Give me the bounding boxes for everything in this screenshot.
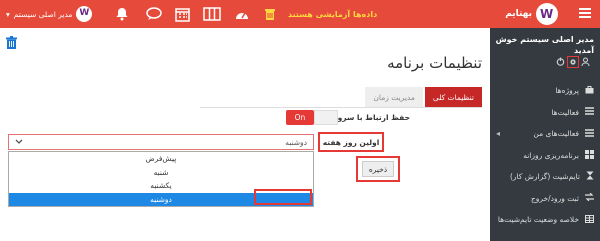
sidebar-item-label: خلاصه وضعیت تایم‌شیت‌ها <box>497 215 579 225</box>
logo: W <box>536 3 558 25</box>
sidebar-item-label: فعالیت‌ها <box>551 107 579 117</box>
arrows-icon <box>585 192 594 203</box>
sidebar-item-check-in-out[interactable]: ثبت ورود/خروج <box>490 188 600 210</box>
sidebar-item-projects[interactable]: پروژه‌ها <box>490 80 600 102</box>
table-icon <box>585 214 594 225</box>
tab-time-management[interactable]: مدیریت زمان <box>365 87 423 107</box>
sidebar-item-activities[interactable]: فعالیت‌ها <box>490 102 600 124</box>
list-icon <box>585 129 594 139</box>
sidebar-item-timesheet-summary[interactable]: خلاصه وضعیت تایم‌شیت‌ها <box>490 209 600 231</box>
delete-icon[interactable] <box>6 36 17 51</box>
menu-icon[interactable] <box>578 6 592 22</box>
sidebar: مدیر اصلی سیستم خوش آمدید پروژه‌ها فعالی… <box>490 28 600 241</box>
sidebar-item-label: فعالیت‌های من <box>533 129 579 139</box>
user-name: مدیر اصلی سیستم <box>13 9 73 19</box>
save-button[interactable]: ذخیره <box>362 161 394 177</box>
caret-left-icon: ◂ <box>496 129 501 138</box>
dashboard-icon[interactable] <box>232 4 252 24</box>
calendar-icon[interactable] <box>172 4 192 24</box>
save-button-highlight: ذخیره <box>356 156 400 182</box>
keep-connection-toggle[interactable]: On <box>286 110 314 125</box>
sidebar-greeting: مدیر اصلی سیستم خوش آمدید <box>495 35 594 55</box>
first-day-select-value: دوشنبه <box>285 137 307 147</box>
chevron-down-icon <box>15 138 23 147</box>
top-bar: ▾ مدیر اصلی سیستم W داده‌ها آزمایشی هستن… <box>0 0 600 28</box>
avatar: W <box>76 6 93 22</box>
toggle-off-side[interactable] <box>314 110 338 125</box>
settings-tabs: تنظیمات کلی مدیریت زمان <box>365 87 482 107</box>
sidebar-item-label: تایم‌شیت (گزارش کار) <box>509 172 580 182</box>
columns-icon[interactable] <box>202 4 222 24</box>
sidebar-nav: پروژه‌ها فعالیت‌ها ◂ فعالیت‌های من برنام… <box>490 80 600 231</box>
user-icon[interactable] <box>581 56 590 68</box>
user-menu[interactable]: ▾ مدیر اصلی سیستم W <box>6 0 93 28</box>
list-icon <box>585 107 594 117</box>
tab-divider <box>200 107 482 108</box>
trash-icon[interactable] <box>260 4 280 24</box>
sidebar-item-timesheet[interactable]: تایم‌شیت (گزارش کار) <box>490 166 600 188</box>
selected-option-highlight <box>254 189 312 205</box>
sidebar-item-daily-planning[interactable]: برنامه‌ریزی روزانه <box>490 145 600 167</box>
sidebar-item-my-activities[interactable]: ◂ فعالیت‌های من <box>490 123 600 145</box>
keep-connection-label: حفظ ارتباط با سرور <box>333 113 410 122</box>
first-day-label: اولین روز هفته <box>318 132 384 152</box>
briefcase-icon <box>585 85 594 96</box>
sidebar-item-label: ثبت ورود/خروج <box>530 193 579 203</box>
sidebar-item-label: برنامه‌ریزی روزانه <box>523 150 579 160</box>
caret-down-icon: ▾ <box>6 9 10 19</box>
hourglass-icon <box>586 171 594 182</box>
sidebar-item-label: پروژه‌ها <box>555 86 579 96</box>
chat-icon[interactable] <box>144 4 164 24</box>
sidebar-controls <box>556 56 590 68</box>
dropdown-option[interactable]: پیش‌فرض <box>9 152 313 166</box>
tab-general-settings[interactable]: تنظیمات کلی <box>424 87 482 107</box>
first-day-select[interactable]: دوشنبه <box>8 134 314 150</box>
dropdown-option[interactable]: شنبه <box>9 166 313 180</box>
grid-icon <box>585 149 594 161</box>
demo-data-warning: داده‌ها آزمایشی هستند <box>288 9 378 19</box>
brand[interactable]: بهتایم W <box>505 0 558 28</box>
brand-name: بهتایم <box>505 9 532 19</box>
bell-icon[interactable] <box>112 4 132 24</box>
gear-icon[interactable] <box>567 56 579 68</box>
power-icon[interactable] <box>556 57 565 68</box>
page-title: تنظیمات برنامه <box>387 54 482 72</box>
